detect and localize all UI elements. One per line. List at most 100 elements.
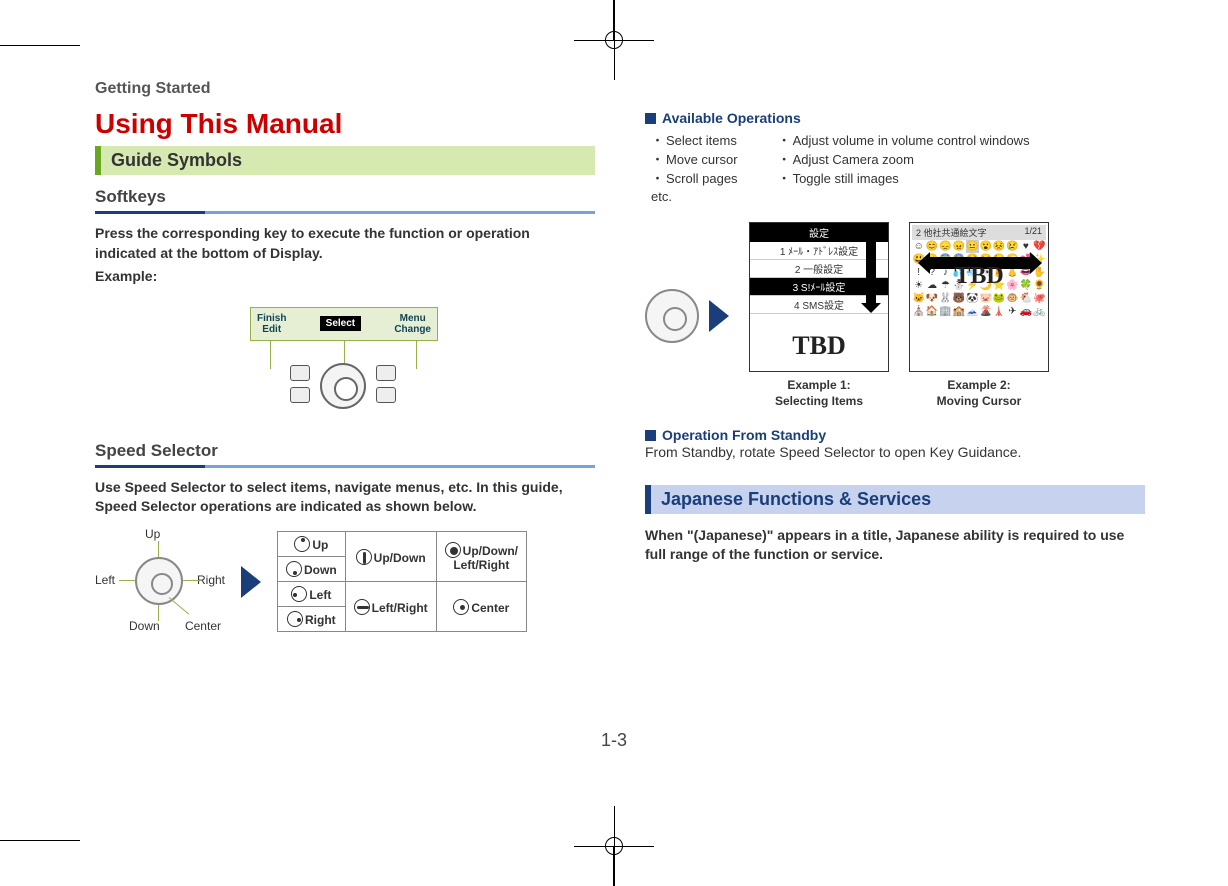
leader-line xyxy=(119,580,135,581)
list-item: Toggle still images xyxy=(778,168,1030,187)
speed-selector-illustration: Up Down Left Right Center Up Up/Down Up/… xyxy=(95,527,595,637)
label-up: Up xyxy=(145,527,160,541)
mail-button-icon xyxy=(290,365,310,381)
example-2-block: 2 他社共通絵文字 1/21 ☺😊😞😠😐😮😣😢♥💔 😃😄😨😰😌😔😉😜💕✨ !?♪… xyxy=(909,222,1049,409)
leader-line xyxy=(270,341,271,369)
example-label: Example: xyxy=(95,267,595,287)
emoji-header-right: 1/21 xyxy=(1024,226,1042,239)
softkey-right-top: Menu xyxy=(394,313,431,324)
available-operations-heading: Available Operations xyxy=(645,110,1145,126)
emoji-header-left: 2 他社共通絵文字 xyxy=(916,226,987,239)
operations-list: Select items Move cursor Scroll pages Ad… xyxy=(651,130,1145,187)
ops-col-2: Adjust volume in volume control windows … xyxy=(778,130,1030,187)
list-item: Select items xyxy=(651,130,738,149)
list-item: Adjust volume in volume control windows xyxy=(778,130,1030,149)
key-up: Up xyxy=(278,532,346,557)
tbd-watermark: TBD xyxy=(750,331,888,361)
dpad-icon xyxy=(320,363,366,409)
list-item: Scroll pages xyxy=(651,168,738,187)
etc-text: etc. xyxy=(651,189,1145,204)
registration-mark-bottom xyxy=(574,806,654,886)
center-gutter-line xyxy=(613,0,614,40)
dpad-all-icon xyxy=(445,542,461,558)
guide-symbols-header: Guide Symbols xyxy=(95,146,595,175)
heading-underline xyxy=(95,465,595,468)
softkey-left-bottom: Edit xyxy=(257,324,286,335)
selector-key-table: Up Up/Down Up/Down/ Left/Right Down Left… xyxy=(277,531,527,632)
key-leftright: Left/Right xyxy=(345,582,436,632)
dpad-down-icon xyxy=(286,561,302,577)
operation-from-standby-body: From Standby, rotate Speed Selector to o… xyxy=(645,443,1145,463)
dpad-updown-icon xyxy=(356,549,372,565)
tv-button-icon xyxy=(290,387,310,403)
softkey-bar: Finish Edit Select Menu Change xyxy=(250,307,438,341)
list-item: Move cursor xyxy=(651,149,738,168)
registration-mark-top xyxy=(574,0,654,80)
dpad-leftright-icon xyxy=(354,599,370,615)
tbd-watermark: TBD xyxy=(910,263,1048,290)
speed-selector-heading: Speed Selector xyxy=(95,441,595,461)
crop-mark xyxy=(0,45,80,46)
examples-row: 設定 1 ﾒｰﾙ・ｱﾄﾞﾚｽ設定 2 一般設定 3 S!ﾒｰﾙ設定 4 SMS設… xyxy=(645,222,1145,409)
arrow-right-icon xyxy=(709,300,729,332)
dpad-with-arrow xyxy=(645,289,729,343)
right-column: Available Operations Select items Move c… xyxy=(645,80,1145,637)
bullet-square-icon xyxy=(645,113,656,124)
key-right: Right xyxy=(278,607,346,632)
softkey-right: Menu Change xyxy=(394,313,431,335)
list-item: Adjust Camera zoom xyxy=(778,149,1030,168)
dpad-left-icon xyxy=(291,586,307,602)
center-gutter-line xyxy=(613,846,614,886)
softkeys-lead: Press the corresponding key to execute t… xyxy=(95,224,595,263)
bullet-square-icon xyxy=(645,430,656,441)
operation-from-standby-heading: Operation From Standby xyxy=(645,427,1145,443)
up-down-arrow-icon xyxy=(866,241,876,303)
leader-line xyxy=(416,341,417,369)
selector-diagram: Up Down Left Right Center xyxy=(95,527,225,637)
example-1-block: 設定 1 ﾒｰﾙ・ｱﾄﾞﾚｽ設定 2 一般設定 3 S!ﾒｰﾙ設定 4 SMS設… xyxy=(749,222,889,409)
speed-selector-lead: Use Speed Selector to select items, navi… xyxy=(95,478,595,517)
label-right: Right xyxy=(197,573,225,587)
phone-screen-2: 2 他社共通絵文字 1/21 ☺😊😞😠😐😮😣😢♥💔 😃😄😨😰😌😔😉😜💕✨ !?♪… xyxy=(909,222,1049,372)
softkey-left-top: Finish xyxy=(257,313,286,324)
camera-button-icon xyxy=(376,387,396,403)
crop-mark xyxy=(0,840,80,841)
leader-line xyxy=(158,541,159,557)
leader-line xyxy=(344,341,345,363)
ops-col-1: Select items Move cursor Scroll pages xyxy=(651,130,738,187)
dpad-right-icon xyxy=(287,611,303,627)
key-updown: Up/Down xyxy=(345,532,436,582)
page-content: Getting Started Using This Manual Guide … xyxy=(95,80,1145,637)
softkeys-illustration: Finish Edit Select Menu Change xyxy=(200,293,490,423)
breadcrumb: Getting Started xyxy=(95,80,595,98)
dpad-center-icon xyxy=(453,599,469,615)
softkey-left: Finish Edit xyxy=(257,313,286,335)
left-column: Getting Started Using This Manual Guide … xyxy=(95,80,595,637)
japanese-functions-header: Japanese Functions & Services xyxy=(645,485,1145,514)
yahoo-button-icon xyxy=(376,365,396,381)
softkey-right-bottom: Change xyxy=(394,324,431,335)
example-1-caption: Example 1: Selecting Items xyxy=(749,378,889,409)
arrow-right-icon xyxy=(241,566,261,598)
key-down: Down xyxy=(278,557,346,582)
emoji-header: 2 他社共通絵文字 1/21 xyxy=(912,225,1046,240)
dpad-icon xyxy=(645,289,699,343)
key-left: Left xyxy=(278,582,346,607)
softkeys-heading: Softkeys xyxy=(95,187,595,207)
label-center: Center xyxy=(185,619,221,633)
leader-line xyxy=(169,597,190,614)
dpad-up-icon xyxy=(294,536,310,552)
phone-screen-1: 設定 1 ﾒｰﾙ・ｱﾄﾞﾚｽ設定 2 一般設定 3 S!ﾒｰﾙ設定 4 SMS設… xyxy=(749,222,889,372)
japanese-functions-body: When "(Japanese)" appears in a title, Ja… xyxy=(645,526,1145,565)
heading-underline xyxy=(95,211,595,214)
label-left: Left xyxy=(95,573,115,587)
leader-line xyxy=(183,580,199,581)
example-2-caption: Example 2: Moving Cursor xyxy=(909,378,1049,409)
section-title: Using This Manual xyxy=(95,108,595,140)
key-center: Center xyxy=(436,582,526,632)
dpad-icon xyxy=(135,557,183,605)
label-down: Down xyxy=(129,619,160,633)
leader-line xyxy=(158,605,159,621)
key-all: Up/Down/ Left/Right xyxy=(436,532,526,582)
page-number: 1-3 xyxy=(601,730,627,751)
